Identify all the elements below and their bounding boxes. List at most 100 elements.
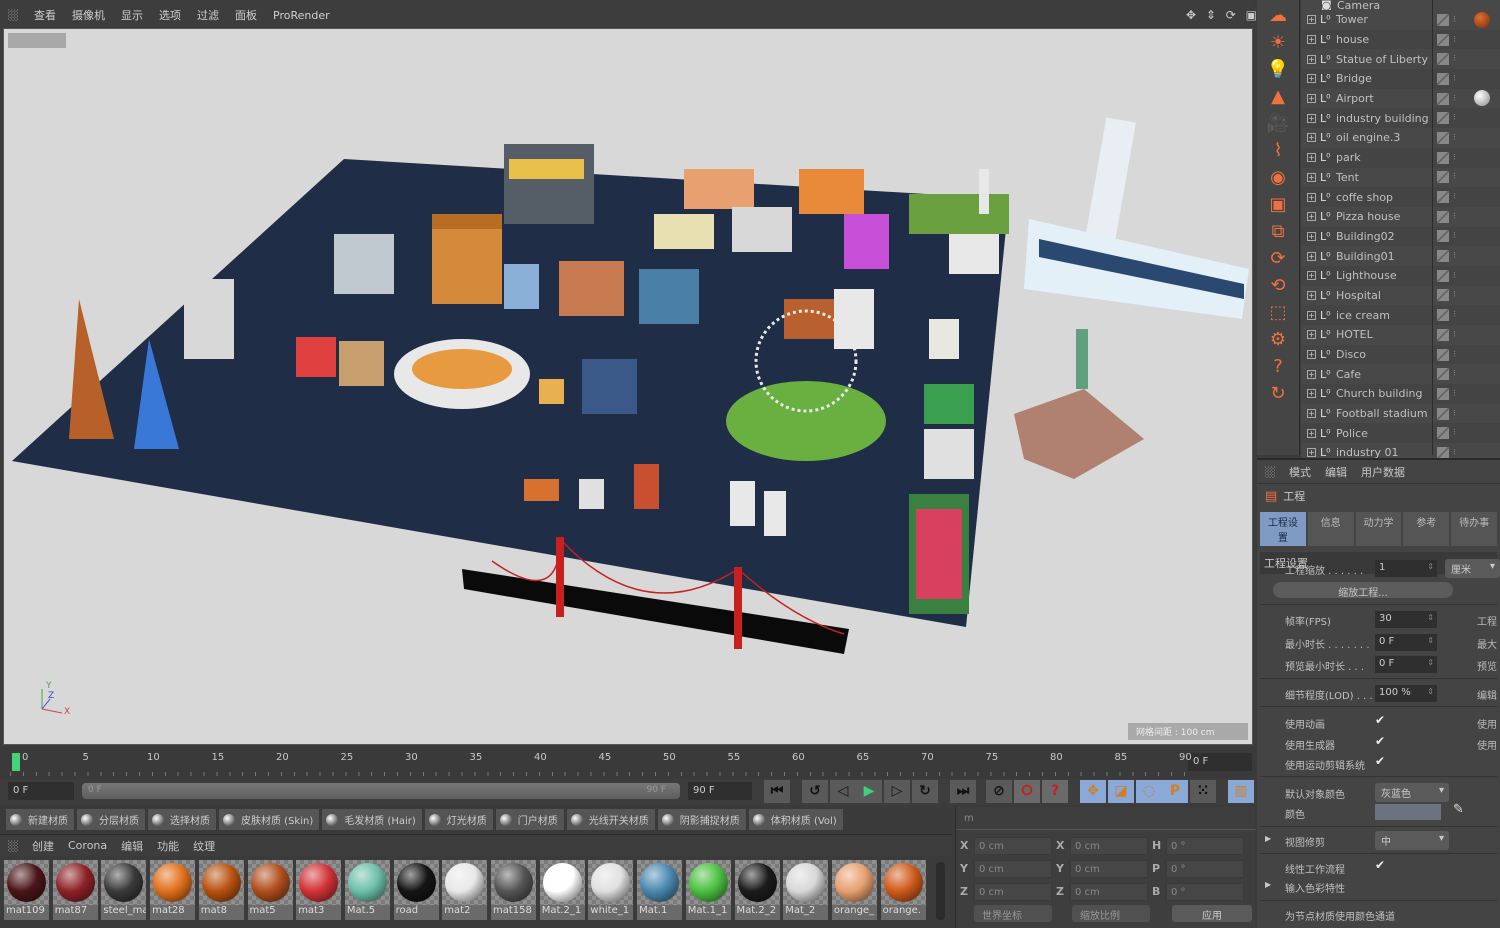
expand-icon[interactable]: +: [1307, 212, 1316, 222]
object-row[interactable]: + L⁰ Lighthouse ⁝: [1301, 266, 1500, 286]
scale-mode-dropdown[interactable]: 缩放比例: [1072, 905, 1150, 922]
layer-visibility-icon[interactable]: [1437, 348, 1449, 361]
expand-icon[interactable]: +: [1307, 133, 1316, 143]
render-visibility-toggle[interactable]: ⁝: [1453, 113, 1456, 123]
attribute-menu-item[interactable]: 编辑: [1325, 464, 1347, 480]
material-type-button[interactable]: 体积材质 (Vol): [748, 809, 843, 830]
expand-icon[interactable]: +: [1307, 448, 1316, 458]
render-visibility-toggle[interactable]: ⁝: [1453, 310, 1456, 320]
object-row[interactable]: + L⁰ HOTEL ⁝: [1301, 325, 1500, 345]
object-row[interactable]: + L⁰ Bridge ⁝: [1301, 69, 1500, 89]
tab-3[interactable]: 参考: [1403, 512, 1450, 546]
region-render-icon[interactable]: ⬚: [1263, 302, 1293, 324]
expand-icon[interactable]: +: [1307, 94, 1316, 104]
fps-field[interactable]: 30: [1375, 611, 1437, 628]
expand-arrow-icon[interactable]: ▶: [1265, 880, 1271, 889]
settings-gear-icon[interactable]: ⚙: [1263, 329, 1293, 351]
material-icon[interactable]: ◉: [1263, 167, 1293, 189]
object-row[interactable]: + L⁰ Disco ⁝: [1301, 345, 1500, 365]
layer-visibility-icon[interactable]: [1437, 92, 1449, 105]
expand-icon[interactable]: +: [1307, 389, 1316, 399]
render-visibility-toggle[interactable]: ⁝: [1453, 172, 1456, 182]
material-type-button[interactable]: 新建材质: [6, 809, 74, 830]
render-visibility-toggle[interactable]: ⁝: [1453, 330, 1456, 340]
material-type-button[interactable]: 分层材质: [77, 809, 145, 830]
render-visibility-toggle[interactable]: ⁝: [1453, 369, 1456, 379]
coord-pos-field[interactable]: 0 cm: [974, 883, 1052, 901]
timeline-icon[interactable]: ▥: [1228, 780, 1254, 803]
layer-visibility-icon[interactable]: [1437, 427, 1449, 440]
object-row[interactable]: + L⁰ ice cream ⁝: [1301, 305, 1500, 325]
render-visibility-toggle[interactable]: ⁝: [1453, 409, 1456, 419]
layer-visibility-icon[interactable]: [1437, 72, 1449, 85]
layer-visibility-icon[interactable]: [1437, 250, 1449, 263]
expand-icon[interactable]: +: [1307, 251, 1316, 261]
rotate-key-icon[interactable]: ◌: [1136, 780, 1162, 803]
object-row[interactable]: + L⁰ Pizza house ⁝: [1301, 206, 1500, 227]
move-key-icon[interactable]: ✥: [1080, 780, 1106, 803]
object-row[interactable]: + L⁰ Building02 ⁝: [1301, 227, 1500, 247]
go-to-start-icon[interactable]: ⏮: [764, 780, 790, 803]
eyedropper-icon[interactable]: ✎: [1453, 802, 1464, 817]
expand-icon[interactable]: +: [1307, 310, 1316, 320]
render-visibility-toggle[interactable]: ⁝: [1453, 153, 1456, 163]
material-swatch[interactable]: white_1: [588, 860, 634, 920]
render-visibility-toggle[interactable]: ⁝: [1453, 54, 1456, 64]
lod-field[interactable]: 100 %: [1375, 685, 1437, 702]
layer-visibility-icon[interactable]: [1437, 289, 1449, 302]
viewport-menu-item[interactable]: 面板: [235, 7, 257, 23]
coord-pos-field[interactable]: 0 cm: [974, 860, 1052, 878]
expand-icon[interactable]: +: [1307, 271, 1316, 281]
object-row[interactable]: + L⁰ coffe shop ⁝: [1301, 187, 1500, 207]
expand-icon[interactable]: +: [1307, 15, 1316, 25]
material-menu-item[interactable]: 纹理: [193, 838, 215, 854]
layer-visibility-icon[interactable]: [1437, 33, 1449, 46]
material-swatch[interactable]: mat109: [4, 860, 49, 920]
material-swatch[interactable]: mat5: [247, 860, 293, 920]
object-row[interactable]: + L⁰ Airport ⁝: [1301, 88, 1500, 109]
refresh-icon[interactable]: ⟳: [1263, 248, 1293, 270]
render-view-icon[interactable]: ▣: [1263, 194, 1293, 216]
preview-min-time-field[interactable]: 0 F: [1375, 656, 1437, 673]
render-visibility-toggle[interactable]: ⁝: [1453, 251, 1456, 261]
layer-visibility-icon[interactable]: [1437, 210, 1449, 223]
render-visibility-toggle[interactable]: ⁝: [1453, 271, 1456, 281]
render-visibility-toggle[interactable]: ⁝: [1453, 35, 1456, 45]
autokey-icon[interactable]: ⭘: [1014, 780, 1040, 803]
render-visibility-toggle[interactable]: ⁝: [1453, 389, 1456, 399]
material-type-button[interactable]: 光线开关材质: [566, 809, 655, 830]
object-row[interactable]: + L⁰ Tent ⁝: [1301, 167, 1500, 188]
drag-handle[interactable]: [8, 9, 18, 21]
tab-4[interactable]: 待办事: [1451, 512, 1497, 546]
pla-key-icon[interactable]: ⁙: [1190, 780, 1216, 803]
hair-icon[interactable]: ⌇: [1263, 140, 1293, 162]
interactive-render-icon[interactable]: ⟲: [1263, 275, 1293, 297]
min-time-field[interactable]: 0 F: [1375, 634, 1437, 651]
object-row[interactable]: + L⁰ Police ⁝: [1301, 423, 1500, 443]
material-swatch[interactable]: Mat.1: [637, 860, 683, 920]
previous-key-icon[interactable]: ↺: [802, 780, 828, 803]
expand-icon[interactable]: +: [1307, 192, 1316, 202]
next-frame-icon[interactable]: ▷: [884, 780, 910, 803]
range-slider[interactable]: 0 F 90 F: [82, 783, 680, 799]
object-row[interactable]: + L⁰ Football stadium ⁝: [1301, 403, 1500, 424]
current-frame-field[interactable]: 0 F: [1188, 753, 1252, 771]
timeline-playhead[interactable]: [12, 753, 20, 771]
expand-icon[interactable]: +: [1307, 231, 1316, 241]
material-swatch[interactable]: steel_ma: [101, 860, 147, 920]
material-type-button[interactable]: 皮肤材质 (Skin): [219, 809, 320, 830]
layer-visibility-icon[interactable]: [1437, 112, 1449, 125]
start-frame-field[interactable]: 0 F: [8, 782, 74, 800]
attribute-menu-item[interactable]: 用户数据: [1361, 464, 1405, 480]
layer-visibility-icon[interactable]: [1437, 407, 1449, 420]
viewport-menu-item[interactable]: ProRender: [273, 9, 330, 22]
object-row[interactable]: + L⁰ Statue of Liberty ⁝: [1301, 49, 1500, 70]
drag-handle[interactable]: [1265, 465, 1275, 478]
material-type-button[interactable]: 阴影捕捉材质: [657, 809, 746, 830]
end-frame-field[interactable]: 90 F: [688, 782, 752, 800]
material-type-button[interactable]: 门户材质: [495, 809, 564, 830]
material-swatch[interactable]: Mat.2_2: [734, 860, 780, 920]
project-scale-field[interactable]: 1: [1375, 560, 1437, 577]
keyframe-help-icon[interactable]: ?: [1042, 780, 1068, 803]
expand-icon[interactable]: +: [1307, 113, 1316, 123]
